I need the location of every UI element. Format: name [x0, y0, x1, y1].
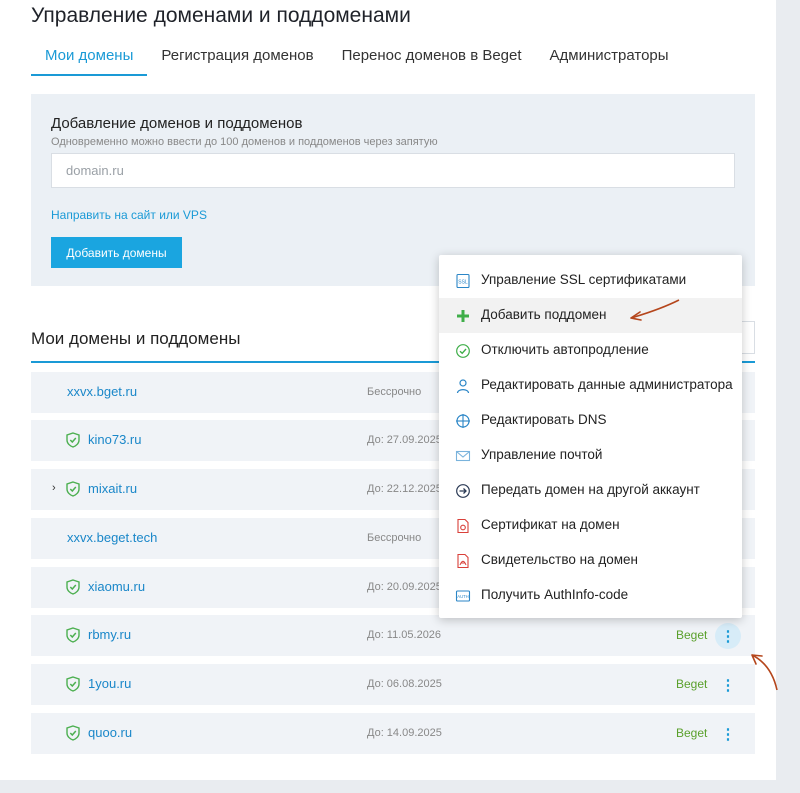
tab-my-domains[interactable]: Мои домены [31, 44, 148, 76]
row-menu-kebab-icon[interactable]: ⋮ [715, 623, 741, 649]
domain-row: quoo.ru До: 14.09.2025 Beget ⋮ [31, 713, 755, 754]
menu-item-label: Редактировать DNS [481, 412, 607, 427]
registrar-badge: Beget [676, 628, 708, 642]
ssl-icon: SSL [456, 273, 470, 289]
menu-item-label: Управление SSL сертификатами [481, 272, 687, 287]
domain-row: 1you.ru До: 06.08.2025 Beget ⋮ [31, 664, 755, 705]
menu-item-domain-testimony[interactable]: Свидетельство на домен [439, 543, 742, 578]
expiry-text: До: 06.08.2025 [367, 678, 442, 690]
svg-text:SSL: SSL [458, 280, 468, 286]
expand-chevron-icon[interactable]: › [52, 482, 56, 494]
transfer-arrow-icon [456, 484, 470, 498]
user-icon [456, 379, 470, 394]
domain-link[interactable]: xxvx.beget.tech [67, 530, 157, 545]
expiry-text: До: 14.09.2025 [367, 727, 442, 739]
plus-icon [457, 310, 469, 322]
menu-item-ssl-management[interactable]: SSL Управление SSL сертификатами [439, 263, 742, 298]
menu-item-label: Управление почтой [481, 447, 603, 462]
expiry-text: До: 22.12.2025 [367, 483, 442, 495]
menu-item-label: Отключить автопродление [481, 342, 649, 357]
pdf-doc-icon [457, 553, 469, 569]
row-menu-kebab-icon[interactable]: ⋮ [715, 672, 741, 698]
domain-link[interactable]: kino73.ru [88, 432, 141, 447]
expiry-text: До: 27.09.2025 [367, 434, 442, 446]
domain-context-menu: SSL Управление SSL сертификатами Добавит… [439, 255, 742, 618]
domain-link[interactable]: mixait.ru [88, 481, 137, 496]
expiry-text: До: 20.09.2025 [367, 581, 442, 593]
menu-item-label: Передать домен на другой аккаунт [481, 482, 700, 497]
menu-item-transfer-domain[interactable]: Передать домен на другой аккаунт [439, 473, 742, 508]
menu-item-label: Свидетельство на домен [481, 552, 638, 567]
ssl-shield-icon [66, 579, 80, 595]
domain-link[interactable]: xiaomu.ru [88, 579, 145, 594]
menu-item-disable-autorenew[interactable]: Отключить автопродление [439, 333, 742, 368]
expiry-text: До: 11.05.2026 [367, 629, 442, 641]
domain-row: rbmy.ru До: 11.05.2026 Beget ⋮ [31, 615, 755, 656]
redirect-to-site-link[interactable]: Направить на сайт или VPS [51, 208, 207, 222]
domain-link[interactable]: xxvx.bget.ru [67, 384, 137, 399]
registrar-badge: Beget [676, 726, 708, 740]
domain-link[interactable]: quoo.ru [88, 725, 132, 740]
menu-item-edit-admin[interactable]: Редактировать данные администратора [439, 368, 742, 403]
menu-item-label: Добавить поддомен [481, 307, 607, 322]
dns-crosshair-icon [456, 414, 470, 428]
menu-item-domain-certificate[interactable]: Сертификат на домен [439, 508, 742, 543]
page: Управление доменами и поддоменами Мои до… [0, 0, 776, 780]
menu-item-label: Получить AuthInfo-code [481, 587, 629, 602]
menu-item-label: Сертификат на домен [481, 517, 620, 532]
domains-list-title: Мои домены и поддомены [31, 329, 241, 348]
menu-item-edit-dns[interactable]: Редактировать DNS [439, 403, 742, 438]
add-domains-hint: Одновременно можно ввести до 100 доменов… [51, 136, 438, 148]
menu-item-mail-management[interactable]: Управление почтой [439, 438, 742, 473]
domain-link[interactable]: 1you.ru [88, 676, 131, 691]
add-domains-title: Добавление доменов и поддоменов [51, 115, 303, 132]
row-menu-kebab-icon[interactable]: ⋮ [715, 721, 741, 747]
ssl-shield-icon [66, 725, 80, 741]
page-title: Управление доменами и поддоменами [31, 4, 411, 27]
registrar-badge: Beget [676, 677, 708, 691]
check-circle-icon [456, 344, 470, 358]
menu-item-add-subdomain[interactable]: Добавить поддомен [439, 298, 742, 333]
tab-administrators[interactable]: Администраторы [536, 44, 683, 76]
ssl-shield-icon [66, 432, 80, 448]
ssl-shield-icon [66, 627, 80, 643]
expiry-text: Бессрочно [367, 386, 422, 398]
certificate-doc-icon [457, 518, 469, 534]
auth-code-icon: AUTH [455, 590, 471, 602]
ssl-shield-icon [66, 481, 80, 497]
tab-domain-registration[interactable]: Регистрация доменов [147, 44, 327, 76]
expiry-text: Бессрочно [367, 532, 422, 544]
domain-input[interactable] [51, 153, 735, 188]
mail-icon [455, 450, 471, 462]
ssl-shield-icon [66, 676, 80, 692]
tab-domain-transfer[interactable]: Перенос доменов в Beget [328, 44, 536, 76]
menu-item-label: Редактировать данные администратора [481, 377, 733, 392]
tab-bar: Мои домены Регистрация доменов Перенос д… [31, 44, 683, 76]
domain-link[interactable]: rbmy.ru [88, 627, 131, 642]
menu-item-authinfo-code[interactable]: AUTH Получить AuthInfo-code [439, 578, 742, 613]
add-domains-button[interactable]: Добавить домены [51, 237, 182, 268]
svg-text:AUTH: AUTH [457, 594, 468, 599]
